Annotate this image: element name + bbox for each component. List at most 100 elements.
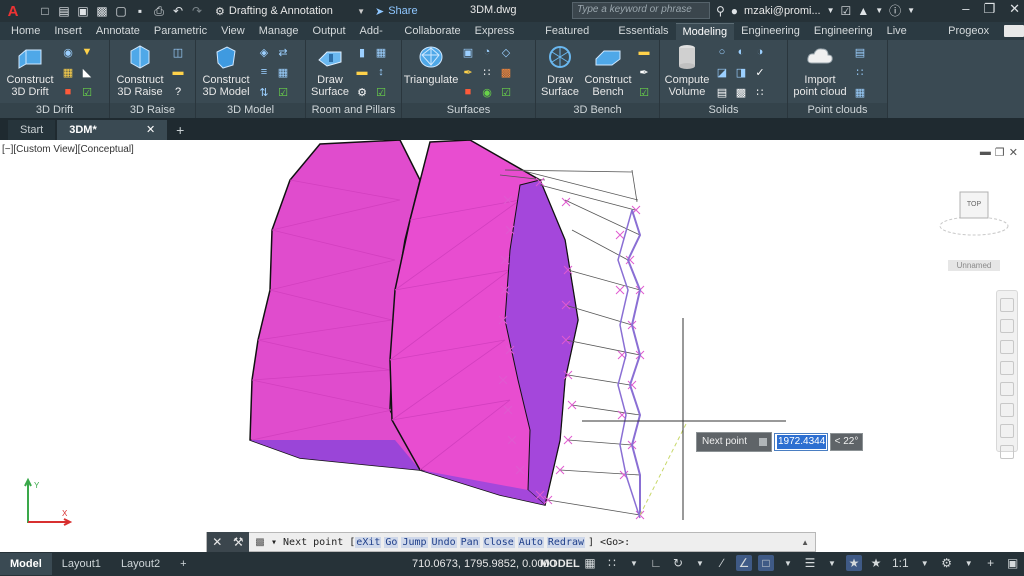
model-grid-icon[interactable]: ▦: [275, 64, 291, 80]
close-icon[interactable]: ✕: [1009, 1, 1020, 17]
coordinate-readout[interactable]: 710.0673, 1795.9852, 0.0000: [412, 558, 556, 570]
viewcube-face-label[interactable]: TOP: [960, 201, 988, 208]
solid-box-icon[interactable]: ▩: [733, 84, 749, 100]
minimize-icon[interactable]: –: [962, 1, 969, 17]
save-as-icon[interactable]: ▩: [94, 3, 110, 19]
look-icon[interactable]: [1000, 424, 1014, 438]
auto-scale-icon[interactable]: ★: [868, 555, 884, 571]
solid-scatter-icon[interactable]: ∷: [752, 84, 768, 100]
close-icon[interactable]: ✕: [146, 120, 155, 140]
model-space-toggle[interactable]: MODEL: [540, 558, 580, 570]
bench-edit-icon[interactable]: ✒: [636, 64, 652, 80]
ribbon-tab-collaborate[interactable]: Collaborate: [397, 23, 467, 40]
surface-color-icon[interactable]: ■: [460, 84, 476, 100]
search-icon[interactable]: ⚲: [716, 4, 725, 18]
room-grid-icon[interactable]: ▦: [373, 44, 389, 60]
ribbon-tab-parametric[interactable]: Parametric: [147, 23, 214, 40]
drift-layers-icon[interactable]: ▦: [60, 64, 76, 80]
checkbox-icon[interactable]: ☑: [275, 84, 291, 100]
cart-icon[interactable]: ☑: [841, 4, 852, 18]
drift-profile-icon[interactable]: ◉: [60, 44, 76, 60]
raise-layer-icon[interactable]: ▬: [170, 64, 186, 80]
drift-section-icon[interactable]: ◣: [79, 64, 95, 80]
model-align-icon[interactable]: ≡: [256, 64, 272, 80]
solid-intersect-icon[interactable]: ◑: [752, 44, 768, 60]
zoom-icon[interactable]: [1000, 340, 1014, 354]
tab-start[interactable]: Start: [8, 120, 56, 140]
ribbon-tab-essentials[interactable]: Essentials: [611, 23, 675, 40]
orbit-icon[interactable]: [1000, 361, 1014, 375]
tab-3dm-drawing[interactable]: 3DM* ✕: [57, 120, 168, 140]
add-layout-button[interactable]: +: [170, 553, 196, 575]
command-option-jump[interactable]: Jump: [401, 536, 428, 548]
chevron-down-icon[interactable]: ▼: [875, 6, 883, 15]
workspace-gear-icon[interactable]: ⚙: [939, 555, 955, 571]
ribbon-tab-add-ins[interactable]: Add-ins: [353, 23, 398, 54]
surface-drop-icon[interactable]: ◇: [498, 44, 514, 60]
isodraft-icon[interactable]: ∕: [714, 555, 730, 571]
search-input[interactable]: Type a keyword or phrase: [572, 2, 710, 19]
plot-icon[interactable]: ⎙: [151, 3, 167, 19]
room-layer-icon[interactable]: ▬: [354, 64, 370, 80]
help-icon[interactable]: ⓘ: [889, 2, 901, 19]
drift-profile-polyline[interactable]: [626, 209, 642, 515]
surface-layer-icon[interactable]: ◉: [479, 84, 495, 100]
ribbon-tab-engineering-2[interactable]: Engineering 2: [807, 23, 880, 54]
drift-colors-icon[interactable]: ■: [60, 84, 76, 100]
room-settings-icon[interactable]: ⚙: [354, 84, 370, 100]
lineweight-icon[interactable]: ☰: [802, 555, 818, 571]
steering-wheel-icon[interactable]: [1000, 298, 1014, 312]
surface-points-icon[interactable]: ∷: [479, 64, 495, 80]
object-snap-tracking-icon[interactable]: ∠: [736, 555, 752, 571]
command-option-go[interactable]: Go: [384, 536, 399, 548]
polar-icon[interactable]: ↻: [670, 555, 686, 571]
annotation-scale[interactable]: 1:1: [890, 555, 911, 571]
layout-tab-layout1[interactable]: Layout1: [52, 553, 111, 575]
autodesk-app-icon[interactable]: ▲: [857, 4, 869, 18]
undo-icon[interactable]: ↶: [170, 3, 186, 19]
username[interactable]: mzaki@promi...: [744, 5, 821, 17]
share-button[interactable]: ➤ Share: [375, 5, 418, 18]
checkbox-icon[interactable]: ☑: [636, 84, 652, 100]
solid-section-icon[interactable]: ◨: [733, 64, 749, 80]
model-join-icon[interactable]: ⇅: [256, 84, 272, 100]
checkbox-icon[interactable]: ☑: [498, 84, 514, 100]
ribbon-minimize-button[interactable]: [1004, 25, 1024, 37]
distance-input[interactable]: 1972.4344: [774, 433, 828, 451]
raise-cylinder-icon[interactable]: ◫: [170, 44, 186, 60]
close-icon[interactable]: ✕: [212, 535, 222, 549]
ribbon-tab-view[interactable]: View: [214, 23, 252, 40]
checkbox-icon[interactable]: ☑: [373, 84, 389, 100]
layout-tab-layout2[interactable]: Layout2: [111, 553, 170, 575]
chevron-down-icon[interactable]: ▼: [692, 555, 708, 571]
chevron-up-icon[interactable]: ▲: [801, 538, 809, 547]
ribbon-tab-express-tools[interactable]: Express Tools: [468, 23, 539, 54]
hardware-acceleration-icon[interactable]: ▣: [1005, 555, 1021, 571]
cloud-points-icon[interactable]: ∷: [852, 64, 868, 80]
chevron-down-icon[interactable]: ▼: [827, 6, 835, 15]
cloud-filter-icon[interactable]: ▦: [852, 84, 868, 100]
surface-checker-icon[interactable]: ▩: [498, 64, 514, 80]
ribbon-tab-output[interactable]: Output: [306, 23, 353, 40]
command-option-close[interactable]: Close: [482, 536, 515, 548]
command-option-redraw[interactable]: Redraw: [546, 536, 586, 548]
options-grid-icon[interactable]: [759, 438, 767, 446]
command-prompt-icon[interactable]: ▩: [249, 532, 271, 552]
solid-union-icon[interactable]: ○: [714, 44, 730, 60]
surface-pen-icon[interactable]: ✒: [460, 64, 476, 80]
bench-layer-icon[interactable]: ▬: [636, 44, 652, 60]
chevron-down-icon[interactable]: ▼: [961, 555, 977, 571]
ribbon-tab-progeox[interactable]: Progeox: [941, 23, 996, 40]
named-view-selector[interactable]: Unnamed: [948, 260, 1000, 271]
solid-slice-icon[interactable]: ◪: [714, 64, 730, 80]
open-web-icon[interactable]: ▢: [113, 3, 129, 19]
object-snap-icon[interactable]: □: [758, 555, 774, 571]
model-split-icon[interactable]: ⇄: [275, 44, 291, 60]
cloud-export-icon[interactable]: ▤: [852, 44, 868, 60]
ribbon-tab-home[interactable]: Home: [4, 23, 47, 40]
command-option-auto[interactable]: Auto: [517, 536, 544, 548]
chevron-down-icon[interactable]: ▼: [780, 555, 796, 571]
annotation-visibility-icon[interactable]: ★: [846, 555, 862, 571]
user-icon[interactable]: ●: [731, 4, 738, 18]
plus-icon[interactable]: +: [983, 555, 999, 571]
